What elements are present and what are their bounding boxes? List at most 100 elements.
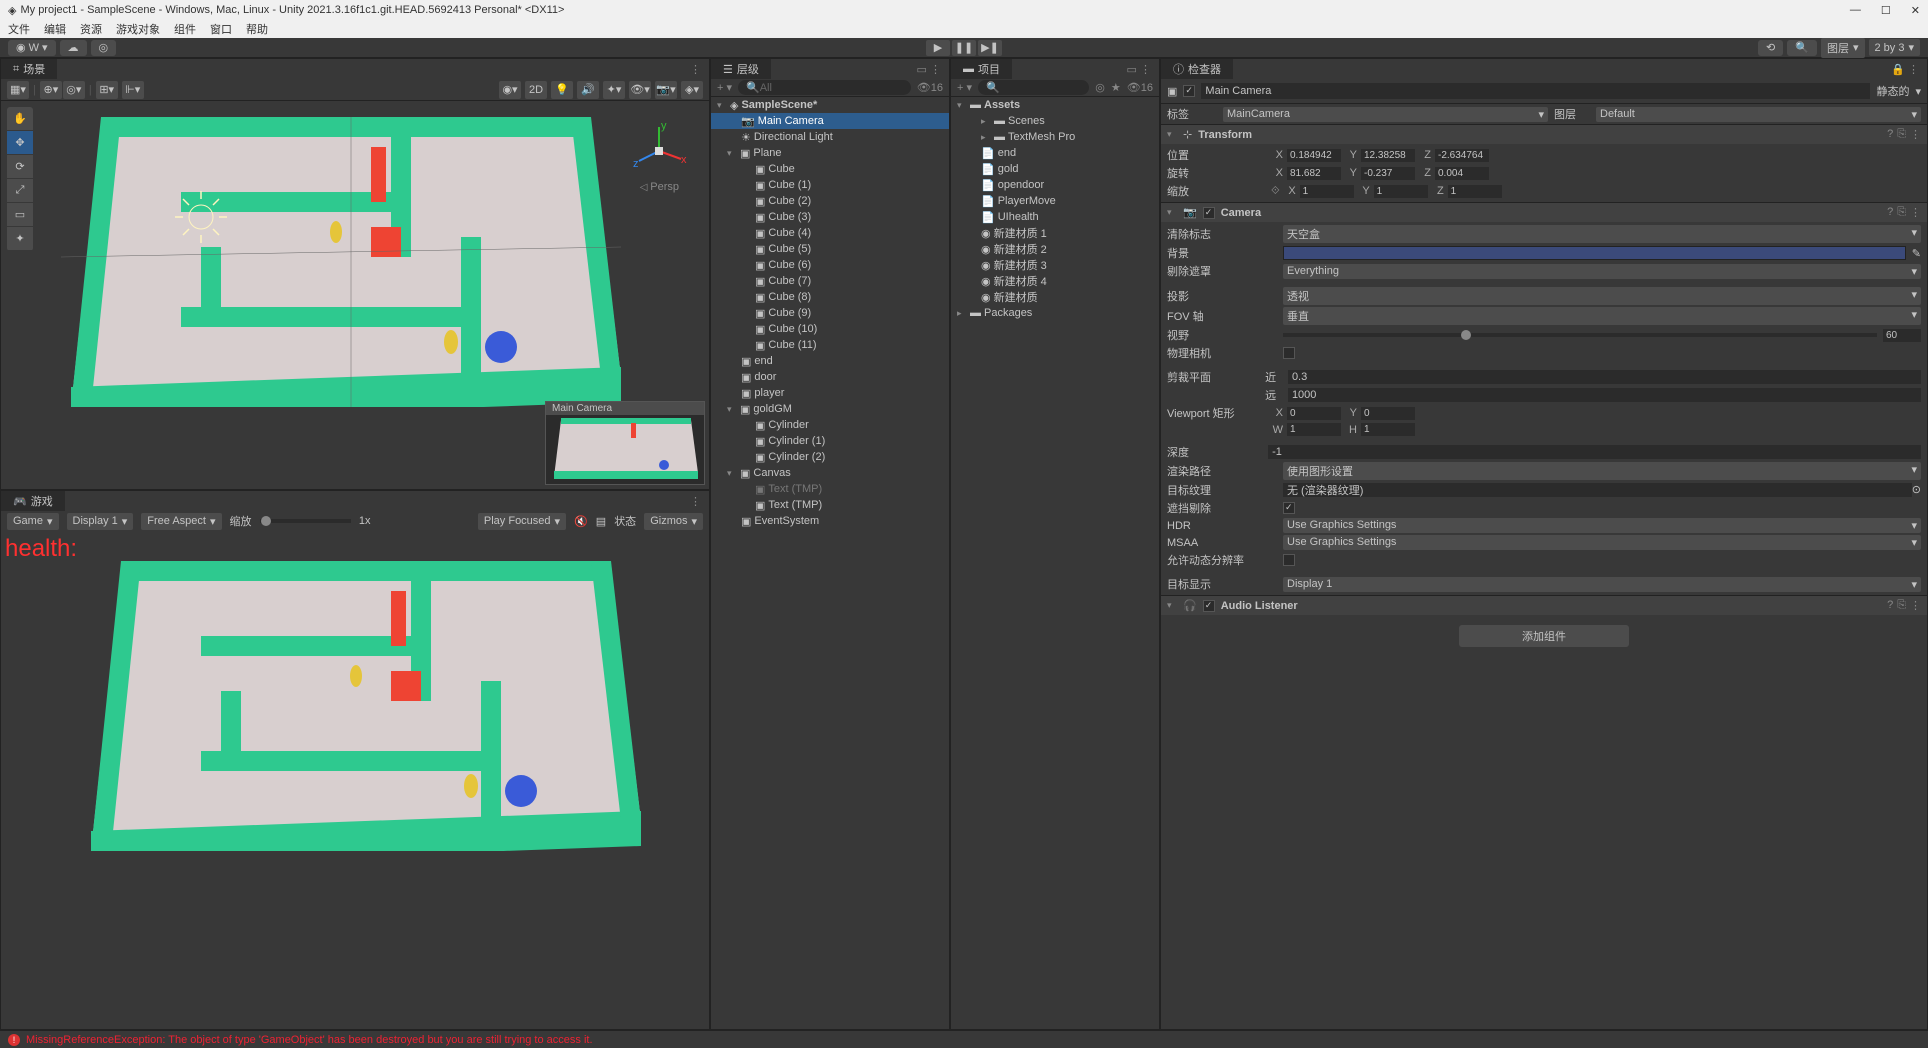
- project-item[interactable]: ◉新建材质: [951, 289, 1159, 305]
- scale-x-input[interactable]: [1300, 185, 1354, 198]
- packages-root[interactable]: ▸▬Packages: [951, 305, 1159, 321]
- pos-x-input[interactable]: [1287, 149, 1341, 162]
- pivot-mode-icon[interactable]: ⊕▾: [40, 81, 62, 99]
- project-search[interactable]: 🔍: [978, 80, 1089, 95]
- help-icon[interactable]: ?: [1887, 206, 1893, 219]
- step-button[interactable]: ▶❚: [978, 40, 1002, 56]
- hierarchy-item[interactable]: ▾▣Plane: [711, 145, 949, 161]
- near-input[interactable]: [1288, 370, 1921, 384]
- project-tab[interactable]: ▬ 项目: [951, 59, 1012, 79]
- help-icon[interactable]: ?: [1887, 128, 1893, 141]
- camera-enabled-checkbox[interactable]: [1203, 207, 1215, 219]
- game-viewport[interactable]: health:: [1, 531, 709, 1029]
- filter-icon[interactable]: ◎: [1095, 81, 1105, 94]
- preset-icon[interactable]: ⎘: [1897, 128, 1906, 141]
- create-dropdown-icon[interactable]: + ▾: [957, 81, 972, 94]
- hierarchy-item[interactable]: ☀Directional Light: [711, 129, 949, 145]
- scale-z-input[interactable]: [1448, 185, 1502, 198]
- mute-audio-icon[interactable]: 🔇: [574, 515, 588, 528]
- minimize-icon[interactable]: —: [1850, 4, 1861, 17]
- menu-assets[interactable]: 资源: [80, 21, 102, 37]
- preset-icon[interactable]: ⎘: [1897, 599, 1906, 612]
- far-input[interactable]: [1288, 388, 1921, 402]
- hierarchy-item[interactable]: ▣Cube (8): [711, 289, 949, 305]
- menu-icon[interactable]: ⋮: [1910, 128, 1921, 141]
- vp-h-input[interactable]: [1361, 423, 1415, 436]
- grid-snap-icon[interactable]: ⊞▾: [96, 81, 118, 99]
- panel-options-icon[interactable]: 🔒 ⋮: [1891, 63, 1927, 76]
- create-dropdown-icon[interactable]: + ▾: [717, 81, 732, 94]
- hierarchy-item[interactable]: ▣Cylinder (2): [711, 449, 949, 465]
- hierarchy-item[interactable]: ▣EventSystem: [711, 513, 949, 529]
- constrain-scale-icon[interactable]: ⟐: [1271, 185, 1280, 198]
- hierarchy-item[interactable]: ▣Cube (7): [711, 273, 949, 289]
- project-item[interactable]: 📄end: [951, 145, 1159, 161]
- audio-enabled-checkbox[interactable]: [1203, 600, 1215, 612]
- hierarchy-item[interactable]: ▣end: [711, 353, 949, 369]
- cloud-icon[interactable]: ☁: [60, 40, 87, 56]
- hierarchy-item[interactable]: ▾▣Canvas: [711, 465, 949, 481]
- orientation-gizmo[interactable]: y x z: [629, 121, 689, 181]
- transform-component-header[interactable]: ▾⊹ Transform ?⎘⋮: [1161, 124, 1927, 144]
- pos-y-input[interactable]: [1361, 149, 1415, 162]
- camera-component-header[interactable]: ▾📷 Camera ?⎘⋮: [1161, 202, 1927, 222]
- pos-z-input[interactable]: [1435, 149, 1489, 162]
- vp-w-input[interactable]: [1287, 423, 1341, 436]
- undo-history-icon[interactable]: ⟲: [1758, 40, 1783, 56]
- hierarchy-item[interactable]: ▣Text (TMP): [711, 481, 949, 497]
- transform-tool-icon[interactable]: ✦: [7, 227, 33, 251]
- active-checkbox[interactable]: [1183, 85, 1195, 97]
- hdr-dropdown[interactable]: Use Graphics Settings▾: [1283, 518, 1921, 533]
- eyedropper-icon[interactable]: ✎: [1912, 247, 1921, 260]
- static-dropdown-icon[interactable]: ▾: [1915, 85, 1921, 98]
- pivot-rotation-icon[interactable]: ◎▾: [63, 81, 85, 99]
- scale-tool-icon[interactable]: ⤢: [7, 179, 33, 203]
- rot-z-input[interactable]: [1435, 167, 1489, 180]
- depth-input[interactable]: [1268, 445, 1921, 459]
- search-icon[interactable]: 🔍: [1787, 40, 1817, 56]
- move-tool-icon[interactable]: ✥: [7, 131, 33, 155]
- target-tex-input[interactable]: [1283, 483, 1912, 497]
- fx-toggle-icon[interactable]: ✦▾: [603, 81, 625, 99]
- favorite-icon[interactable]: ★: [1111, 81, 1121, 94]
- culling-dropdown[interactable]: Everything▾: [1283, 264, 1921, 279]
- hierarchy-item[interactable]: ▣Cube (6): [711, 257, 949, 273]
- hierarchy-item[interactable]: ▣Cube (2): [711, 193, 949, 209]
- hierarchy-search[interactable]: 🔍 All: [738, 80, 911, 95]
- audio-listener-header[interactable]: ▾🎧 Audio Listener ?⎘⋮: [1161, 595, 1927, 615]
- hierarchy-item[interactable]: ▣door: [711, 369, 949, 385]
- layout-dropdown[interactable]: 2 by 3 ▾: [1869, 39, 1921, 56]
- hierarchy-item[interactable]: ▣Cylinder (1): [711, 433, 949, 449]
- aspect-dropdown[interactable]: Free Aspect▾: [141, 513, 221, 530]
- mode-2d-toggle[interactable]: 2D: [525, 81, 547, 99]
- render-path-dropdown[interactable]: 使用图形设置▾: [1283, 462, 1921, 480]
- project-item[interactable]: 📄gold: [951, 161, 1159, 177]
- project-item[interactable]: ▸▬Scenes: [951, 113, 1159, 129]
- dyn-res-checkbox[interactable]: [1283, 554, 1295, 566]
- rot-y-input[interactable]: [1361, 167, 1415, 180]
- scene-root[interactable]: ▾◈ SampleScene*: [711, 97, 949, 113]
- fov-axis-dropdown[interactable]: 垂直▾: [1283, 307, 1921, 325]
- layers-dropdown[interactable]: 图层 ▾: [1821, 38, 1865, 58]
- panel-options-icon[interactable]: ⋮: [690, 63, 709, 76]
- projection-dropdown[interactable]: 透视▾: [1283, 287, 1921, 305]
- project-item[interactable]: 📄PlayerMove: [951, 193, 1159, 209]
- scene-view-icon[interactable]: ▦▾: [7, 81, 29, 99]
- panel-options-icon[interactable]: ▭ ⋮: [1127, 63, 1159, 76]
- menu-edit[interactable]: 编辑: [44, 21, 66, 37]
- hand-tool-icon[interactable]: ✋: [7, 107, 33, 131]
- menu-help[interactable]: 帮助: [246, 21, 268, 37]
- hierarchy-tab[interactable]: ☰ 层级: [711, 59, 771, 79]
- rect-tool-icon[interactable]: ▭: [7, 203, 33, 227]
- maximize-icon[interactable]: ☐: [1881, 4, 1891, 17]
- play-focused-dropdown[interactable]: Play Focused▾: [478, 513, 566, 530]
- hierarchy-item-main-camera[interactable]: 📷Main Camera: [711, 113, 949, 129]
- hierarchy-item[interactable]: ▣Cube (10): [711, 321, 949, 337]
- help-icon[interactable]: ?: [1887, 599, 1893, 612]
- preset-icon[interactable]: ⎘: [1897, 206, 1906, 219]
- layer-dropdown[interactable]: Default▾: [1596, 107, 1921, 122]
- project-item[interactable]: ◉新建材质 1: [951, 225, 1159, 241]
- lighting-toggle-icon[interactable]: 💡: [551, 81, 573, 99]
- rot-x-input[interactable]: [1287, 167, 1341, 180]
- game-mode-dropdown[interactable]: Game▾: [7, 513, 59, 530]
